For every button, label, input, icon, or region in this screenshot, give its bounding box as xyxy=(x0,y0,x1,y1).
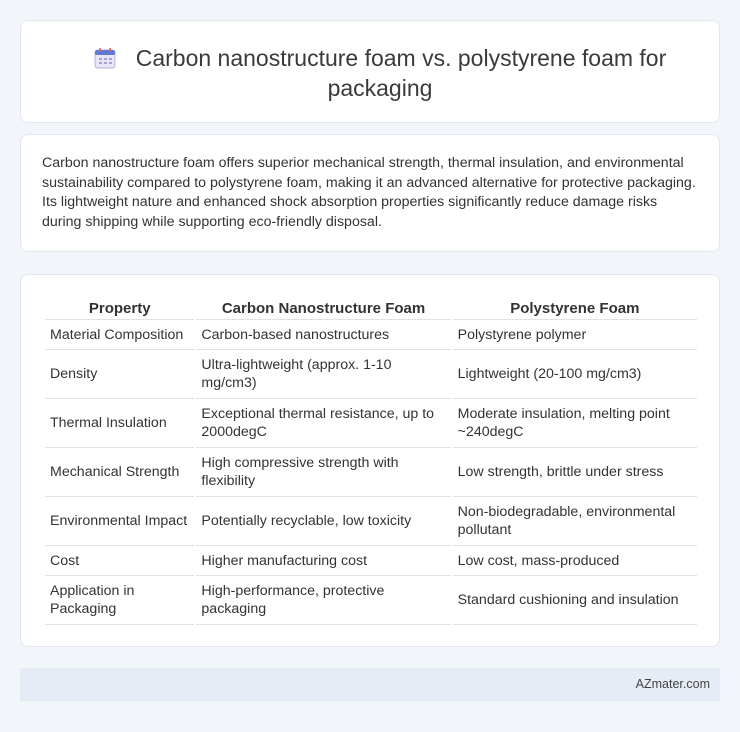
table-row: Application in Packaging High-performanc… xyxy=(45,576,697,625)
property-cell: Mechanical Strength xyxy=(45,448,195,497)
table-row: Density Ultra-lightweight (approx. 1-10 … xyxy=(45,350,697,399)
property-cell: Thermal Insulation xyxy=(45,399,195,448)
property-cell: Application in Packaging xyxy=(45,576,195,625)
footer-site-link[interactable]: AZmater.com xyxy=(636,677,710,691)
table-row: Mechanical Strength High compressive str… xyxy=(45,448,697,497)
polystyrene-cell: Non-biodegradable, environmental polluta… xyxy=(452,497,697,546)
header-property: Property xyxy=(45,295,195,320)
polystyrene-cell: Low strength, brittle under stress xyxy=(452,448,697,497)
title-wrap: Carbon nanostructure foam vs. polystyren… xyxy=(71,43,689,103)
polystyrene-cell: Standard cushioning and insulation xyxy=(452,576,697,625)
polystyrene-cell: Low cost, mass-produced xyxy=(452,546,697,576)
carbon-cell: High compressive strength with flexibili… xyxy=(196,448,451,497)
property-cell: Material Composition xyxy=(45,320,195,350)
table-row: Thermal Insulation Exceptional thermal r… xyxy=(45,399,697,448)
carbon-cell: High-performance, protective packaging xyxy=(196,576,451,625)
summary-text: Carbon nanostructure foam offers superio… xyxy=(42,155,696,230)
carbon-cell: Ultra-lightweight (approx. 1-10 mg/cm3) xyxy=(196,350,451,399)
carbon-cell: Carbon-based nanostructures xyxy=(196,320,451,350)
property-cell: Density xyxy=(45,350,195,399)
calendar-icon xyxy=(94,48,116,69)
page-title: Carbon nanostructure foam vs. polystyren… xyxy=(71,43,689,103)
polystyrene-cell: Moderate insulation, melting point ~240d… xyxy=(452,399,697,448)
table-row: Cost Higher manufacturing cost Low cost,… xyxy=(45,546,697,576)
property-cell: Environmental Impact xyxy=(45,497,195,546)
footer-bar: AZmater.com xyxy=(20,668,720,701)
header-carbon-foam: Carbon Nanostructure Foam xyxy=(196,295,451,320)
title-card: Carbon nanostructure foam vs. polystyren… xyxy=(20,20,720,123)
header-polystyrene-foam: Polystyrene Foam xyxy=(452,295,697,320)
carbon-cell: Potentially recyclable, low toxicity xyxy=(196,497,451,546)
polystyrene-cell: Polystyrene polymer xyxy=(452,320,697,350)
table-row: Environmental Impact Potentially recycla… xyxy=(45,497,697,546)
table-header-row: Property Carbon Nanostructure Foam Polys… xyxy=(45,295,697,320)
carbon-cell: Higher manufacturing cost xyxy=(196,546,451,576)
table-row: Material Composition Carbon-based nanost… xyxy=(45,320,697,350)
property-cell: Cost xyxy=(45,546,195,576)
comparison-table: Property Carbon Nanostructure Foam Polys… xyxy=(43,295,699,625)
page-title-text: Carbon nanostructure foam vs. polystyren… xyxy=(135,45,667,101)
polystyrene-cell: Lightweight (20-100 mg/cm3) xyxy=(452,350,697,399)
carbon-cell: Exceptional thermal resistance, up to 20… xyxy=(196,399,451,448)
summary-card: Carbon nanostructure foam offers superio… xyxy=(20,134,720,252)
comparison-card: Property Carbon Nanostructure Foam Polys… xyxy=(20,274,720,647)
